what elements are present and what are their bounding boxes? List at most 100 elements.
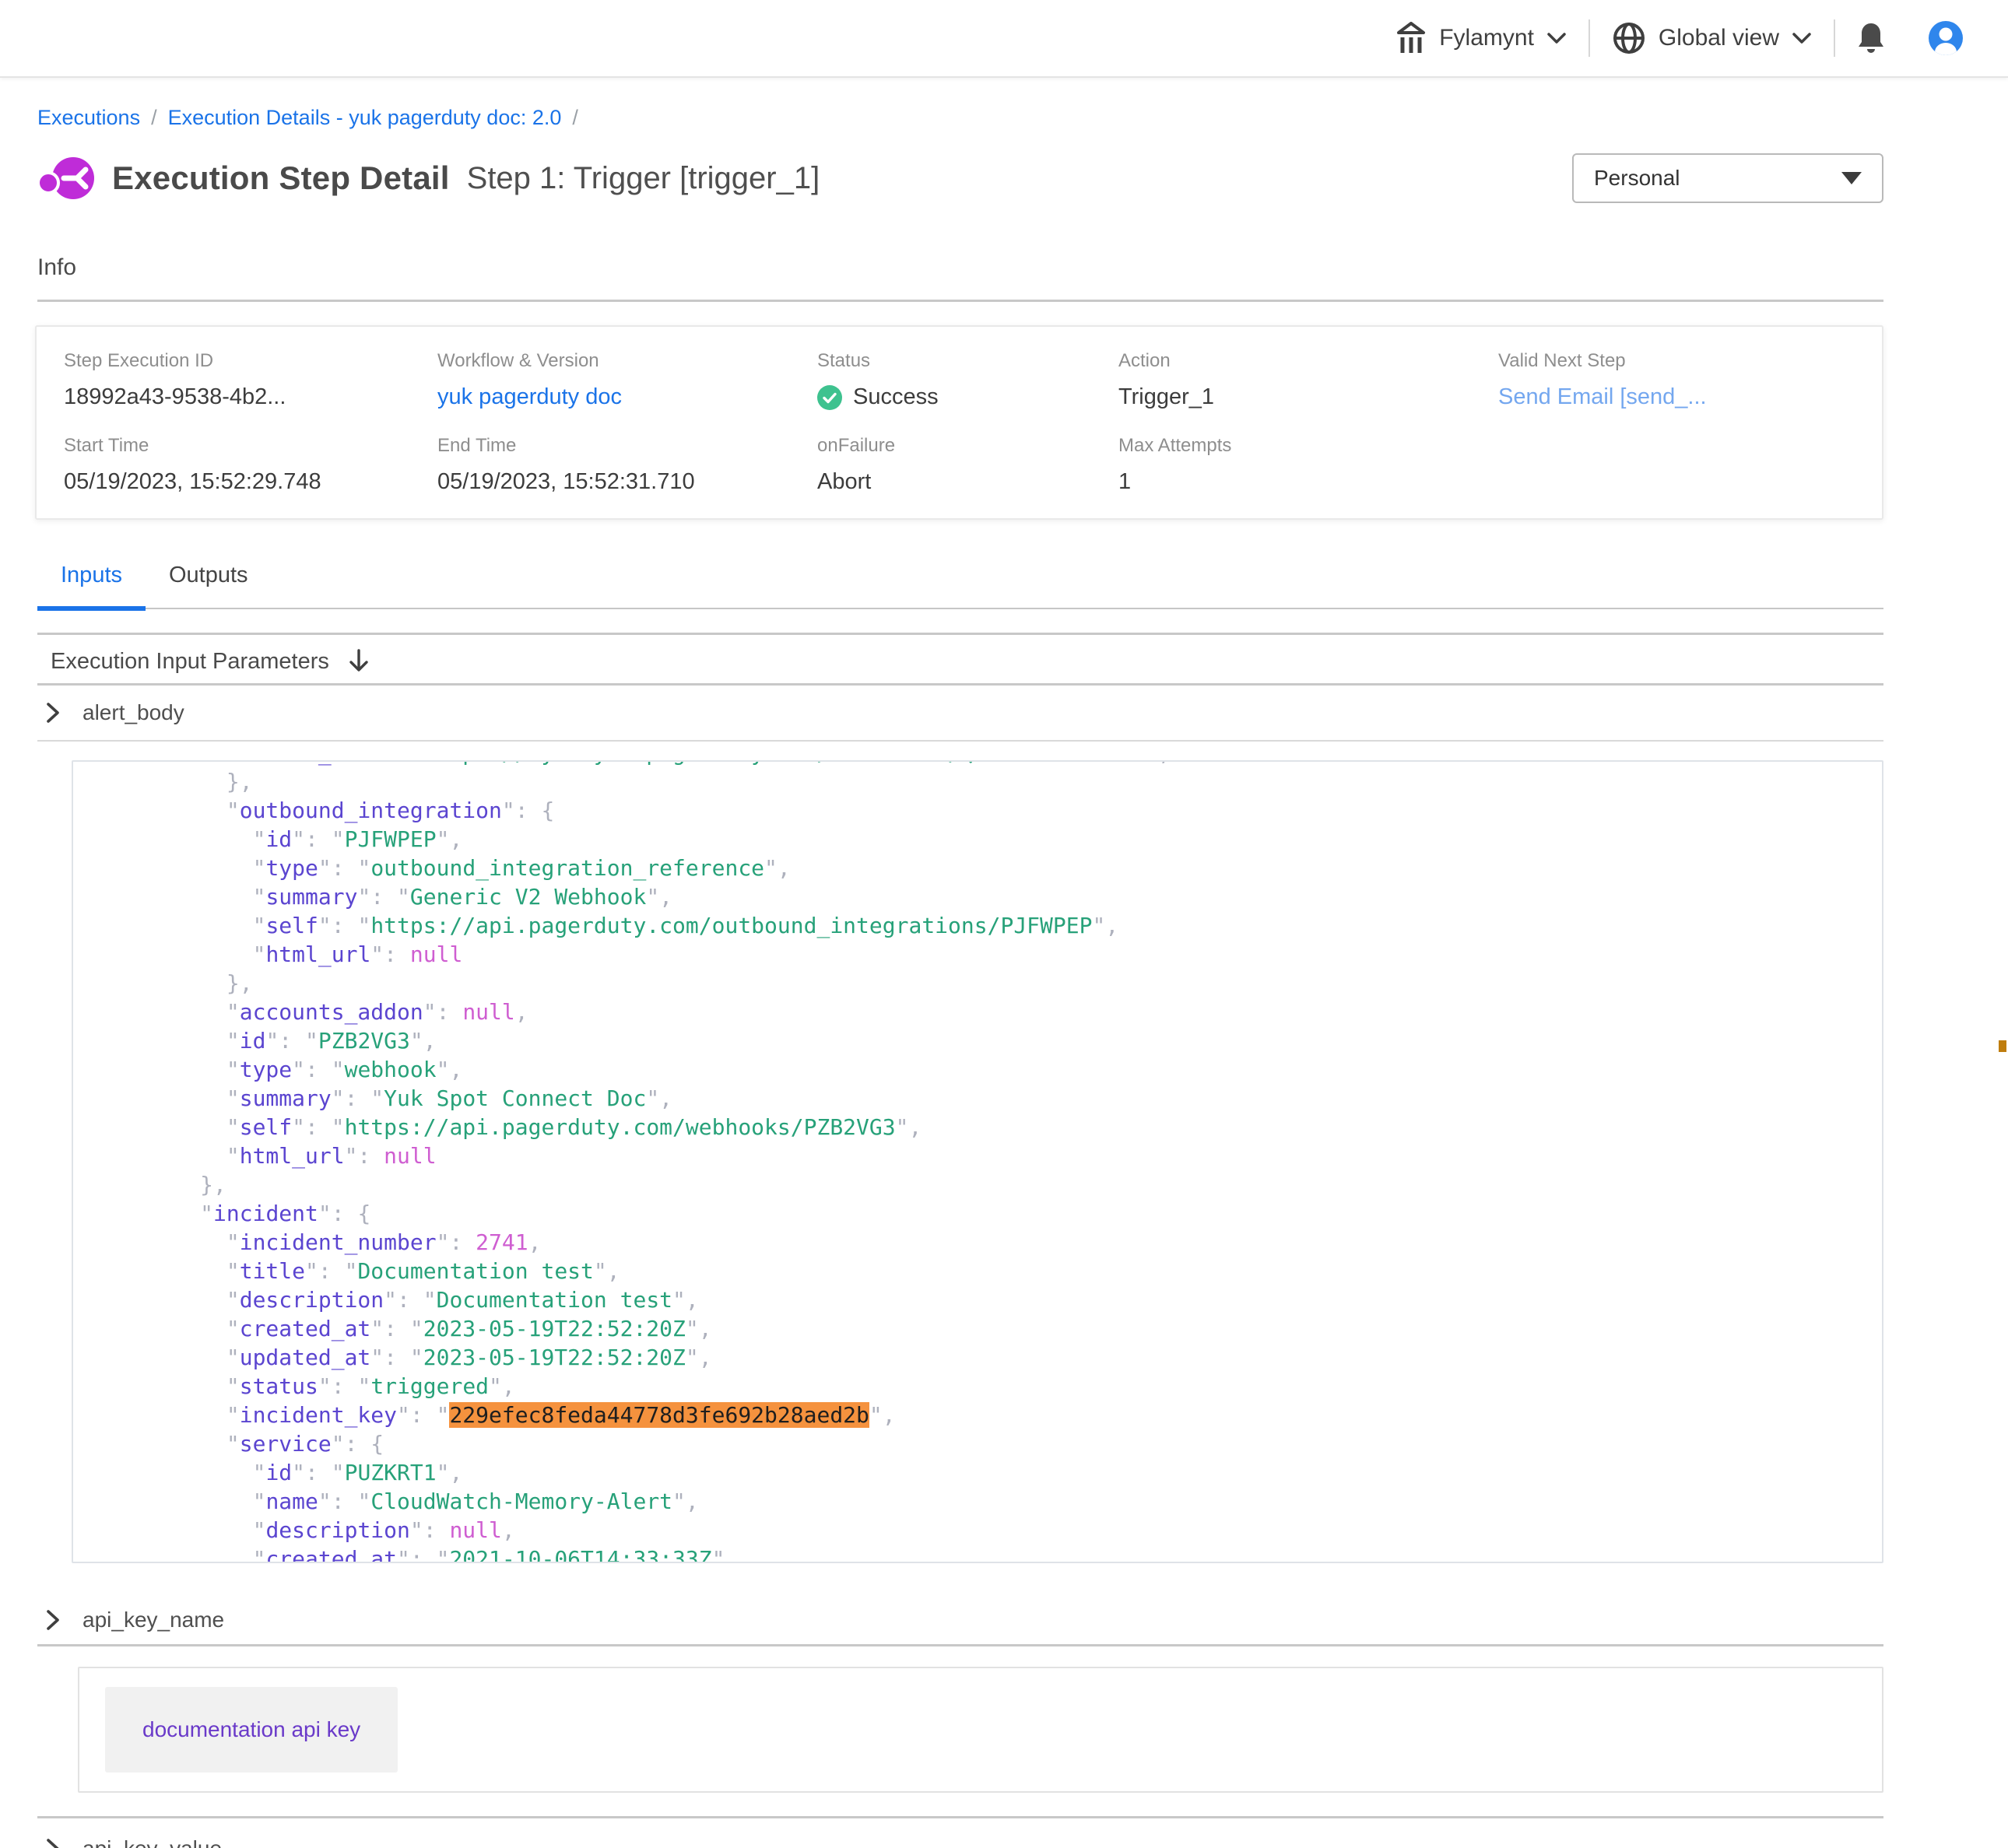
info-field-label: End Time: [437, 435, 817, 457]
info-field-value[interactable]: Send Email [send_...: [1498, 384, 1866, 410]
info-field-onfailure: onFailure Abort: [817, 435, 1118, 495]
info-field-value: 05/19/2023, 15:52:29.748: [64, 469, 437, 495]
breadcrumb-link-1[interactable]: Execution Details - yuk pagerduty doc: 2…: [168, 106, 562, 130]
info-field-max-attempts: Max Attempts1: [1118, 435, 1498, 495]
section-divider: [37, 1644, 1883, 1646]
info-field-action: ActionTrigger_1: [1118, 350, 1498, 410]
code-line: },: [121, 767, 1882, 796]
info-field-label: onFailure: [817, 435, 1118, 457]
code-line: "id": "PUZKRT1",: [121, 1458, 1882, 1487]
success-check-icon: [817, 385, 842, 410]
code-line: },: [121, 1170, 1882, 1199]
info-field-end-time: End Time 05/19/2023, 15:52:31.710: [437, 435, 817, 495]
code-line: "created_at": "2021-10-06T14:33:33Z",: [121, 1545, 1882, 1563]
scrollbar-highlight-marker: [1999, 1040, 2006, 1052]
info-field-label: Workflow & Version: [437, 350, 817, 372]
bell-icon: [1855, 20, 1887, 56]
notifications-button[interactable]: [1835, 20, 1907, 56]
param-name: alert_body: [82, 700, 184, 725]
code-line: "description": null,: [121, 1516, 1882, 1545]
code-line: "summary": "Yuk Spot Connect Doc",: [121, 1084, 1882, 1113]
code-block[interactable]: "html_url": "https://fylamynt.pagerduty.…: [72, 760, 1883, 1563]
code-line: "status": "triggered",: [121, 1372, 1882, 1401]
info-field-value: Abort: [817, 469, 1118, 495]
code-line: "description": "Documentation test",: [121, 1285, 1882, 1314]
tab-outputs[interactable]: Outputs: [146, 563, 272, 608]
code-line: "html_url": "https://fylamynt.pagerduty.…: [121, 760, 1882, 767]
code-line: "title": "Documentation test",: [121, 1257, 1882, 1285]
breadcrumb-link-0[interactable]: Executions: [37, 106, 140, 130]
api-key-name-value-box: documentation api key: [78, 1667, 1883, 1793]
info-field-valid-next-step: Valid Next Step Send Email [send_...: [1498, 350, 1866, 410]
code-line: "incident_number": 2741,: [121, 1228, 1882, 1257]
view-label: Global view: [1659, 25, 1779, 51]
code-line: "outbound_integration": {: [121, 796, 1882, 825]
workflow-step-icon: [37, 154, 95, 202]
info-field-label: Status: [817, 350, 1118, 372]
tab-inputs[interactable]: Inputs: [37, 563, 146, 608]
avatar-person-icon: [1927, 19, 1964, 57]
code-line: "html_url": null: [121, 1141, 1882, 1170]
info-field-step-execution-id: Step Execution ID 18992a43-9538-4b2...: [64, 350, 437, 410]
chevron-right-icon: [44, 1608, 62, 1632]
scope-select[interactable]: Personal: [1572, 153, 1883, 203]
tabbar: InputsOutputs: [37, 563, 1883, 609]
page-title: Execution Step Detail: [112, 160, 450, 197]
top-navbar: Fylamynt Global view: [0, 0, 2008, 78]
org-label: Fylamynt: [1439, 25, 1534, 51]
info-field-value: 05/19/2023, 15:52:31.710: [437, 469, 817, 495]
info-card: Step Execution ID 18992a43-9538-4b2...Wor…: [35, 325, 1883, 520]
breadcrumb-separator: /: [151, 106, 157, 130]
download-arrow-icon[interactable]: [346, 647, 371, 675]
status-text: Success: [853, 384, 939, 410]
code-line: "id": "PJFWPEP",: [121, 825, 1882, 854]
params-title: Execution Input Parameters: [51, 649, 329, 675]
expand-row-api-key-value[interactable]: api_key_value: [37, 1826, 1883, 1848]
info-field-value: Trigger_1: [1118, 384, 1498, 410]
highlighted-incident-key: 229efec8feda44778d3fe692b28aed2b: [449, 1402, 869, 1428]
code-line: "html_url": null: [121, 940, 1882, 969]
api-key-name-chip: documentation api key: [105, 1687, 398, 1773]
select-caret-icon: [1841, 172, 1862, 184]
page-header: Execution Step Detail Step 1: Trigger [t…: [37, 152, 1883, 205]
info-field-start-time: Start Time 05/19/2023, 15:52:29.748: [64, 435, 437, 495]
info-field-value[interactable]: yuk pagerduty doc: [437, 384, 817, 410]
code-line: "service": {: [121, 1429, 1882, 1458]
page-subtitle: Step 1: Trigger [trigger_1]: [467, 161, 820, 196]
info-field-label: Step Execution ID: [64, 350, 437, 372]
chevron-right-icon: [44, 1837, 62, 1848]
code-line: "incident": {: [121, 1199, 1882, 1228]
expand-row-api-key-name[interactable]: api_key_name: [37, 1596, 1883, 1644]
user-avatar[interactable]: [1907, 19, 1985, 57]
code-line: "incident_key": "229efec8feda44778d3fe69…: [121, 1401, 1882, 1429]
code-line: },: [121, 969, 1882, 998]
param-name: api_key_name: [82, 1608, 224, 1632]
section-divider: [37, 1816, 1883, 1818]
expand-row-alert-body[interactable]: alert_body: [37, 686, 1883, 740]
chevron-right-icon: [44, 701, 62, 724]
param-name: api_key_value: [82, 1836, 222, 1848]
code-line: "name": "CloudWatch-Memory-Alert",: [121, 1487, 1882, 1516]
code-line: "self": "https://api.pagerduty.com/outbo…: [121, 911, 1882, 940]
org-switcher[interactable]: Fylamynt: [1374, 22, 1588, 54]
code-line: "type": "outbound_integration_reference"…: [121, 854, 1882, 882]
breadcrumb-separator: /: [572, 106, 578, 130]
info-field-workflow-version: Workflow & Version yuk pagerduty doc: [437, 350, 817, 410]
view-switcher[interactable]: Global view: [1590, 21, 1834, 55]
bank-icon: [1395, 22, 1427, 54]
code-line: "type": "webhook",: [121, 1055, 1882, 1084]
code-line: "accounts_addon": null,: [121, 998, 1882, 1026]
chevron-down-icon: [1546, 32, 1567, 44]
code-content: "html_url": "https://fylamynt.pagerduty.…: [73, 760, 1882, 1563]
code-line: "self": "https://api.pagerduty.com/webho…: [121, 1113, 1882, 1141]
row-divider: [37, 740, 1883, 742]
info-field-label: Max Attempts: [1118, 435, 1498, 457]
info-field-value: Success: [817, 384, 1118, 410]
info-field-label: Valid Next Step: [1498, 350, 1866, 372]
info-grid: Step Execution ID 18992a43-9538-4b2...Wor…: [64, 350, 1866, 495]
info-field-label: Start Time: [64, 435, 437, 457]
chevron-down-icon: [1792, 32, 1812, 44]
breadcrumb: Executions / Execution Details - yuk pager…: [37, 106, 1883, 130]
execution-input-parameters-header: Execution Input Parameters: [37, 644, 1883, 679]
info-field-value: 18992a43-9538-4b2...: [64, 384, 437, 410]
